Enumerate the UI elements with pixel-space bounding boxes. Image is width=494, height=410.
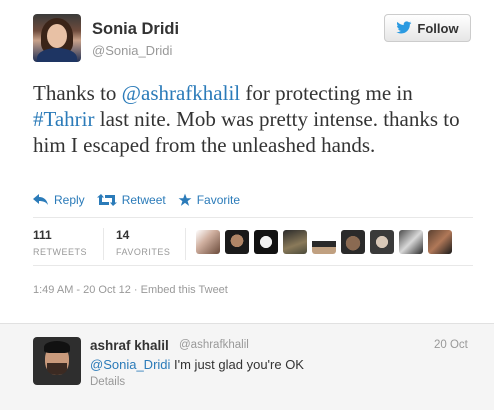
reply-button[interactable]: Reply bbox=[33, 191, 85, 209]
favorites-count: 14 bbox=[116, 228, 130, 242]
tweet-text-part: last nite. Mob was pretty intense. thank… bbox=[33, 107, 460, 157]
retweet-icon bbox=[96, 194, 117, 206]
follow-label: Follow bbox=[417, 20, 459, 36]
tweet-text-part: for protecting me in bbox=[240, 81, 413, 105]
tweet-actions: Reply Retweet Favorite bbox=[33, 191, 252, 209]
reply-author-handle[interactable]: @ashrafkhalil bbox=[179, 339, 249, 351]
star-icon bbox=[178, 193, 192, 206]
favoriter-avatars bbox=[196, 230, 457, 254]
author-screen-name[interactable]: @Sonia_Dridi bbox=[92, 43, 172, 58]
divider bbox=[33, 265, 473, 266]
favoriter-avatar[interactable] bbox=[283, 230, 307, 254]
reply-label: Reply bbox=[54, 193, 85, 207]
stats-divider bbox=[103, 228, 104, 260]
favorites-label: FAVORITES bbox=[116, 247, 171, 257]
retweet-button[interactable]: Retweet bbox=[96, 191, 166, 209]
reply-icon bbox=[33, 194, 48, 205]
follow-button[interactable]: Follow bbox=[384, 14, 471, 42]
retweet-label: Retweet bbox=[121, 193, 166, 207]
retweets-label: RETWEETS bbox=[33, 247, 88, 257]
meta-separator: · bbox=[130, 284, 141, 296]
favoriter-avatar[interactable] bbox=[399, 230, 423, 254]
reply-author-avatar[interactable] bbox=[33, 337, 81, 385]
tweet-text: Thanks to @ashrafkhalil for protecting m… bbox=[33, 80, 473, 158]
tweet-timestamp[interactable]: 1:49 AM - 20 Oct 12 bbox=[33, 284, 131, 296]
favoriter-avatar[interactable] bbox=[428, 230, 452, 254]
author-avatar[interactable] bbox=[33, 14, 81, 62]
retweets-count: 111 bbox=[33, 228, 52, 242]
tweet-meta: 1:49 AM - 20 Oct 12 · Embed this Tweet bbox=[33, 284, 228, 296]
favoriter-avatar[interactable] bbox=[312, 230, 336, 254]
reply-mention-link[interactable]: @Sonia_Dridi bbox=[90, 357, 170, 372]
favoriter-avatar[interactable] bbox=[196, 230, 220, 254]
favorite-label: Favorite bbox=[196, 193, 241, 207]
reply-text-body: I'm just glad you're OK bbox=[170, 357, 304, 372]
mention-link[interactable]: @ashrafkhalil bbox=[122, 81, 240, 105]
reply-date[interactable]: 20 Oct bbox=[434, 339, 468, 351]
hashtag-link[interactable]: #Tahrir bbox=[33, 107, 95, 131]
retweets-stat[interactable]: 111 RETWEETS bbox=[33, 228, 87, 257]
embed-tweet-link[interactable]: Embed this Tweet bbox=[141, 284, 228, 296]
divider bbox=[33, 217, 473, 218]
stats-divider bbox=[185, 228, 186, 260]
reply-author-name[interactable]: ashraf khalil bbox=[90, 338, 169, 353]
favoriter-avatar[interactable] bbox=[341, 230, 365, 254]
favorites-stat[interactable]: 14 FAVORITES bbox=[116, 228, 170, 257]
reply-details-link[interactable]: Details bbox=[90, 376, 125, 388]
favoriter-avatar[interactable] bbox=[225, 230, 249, 254]
favoriter-avatar[interactable] bbox=[254, 230, 278, 254]
reply-tweet: ashraf khalil @ashrafkhalil 20 Oct @Soni… bbox=[0, 323, 494, 410]
tweet-text-part: Thanks to bbox=[33, 81, 122, 105]
tweet-header: Sonia Dridi @Sonia_Dridi Follow bbox=[33, 14, 473, 64]
reply-text: @Sonia_Dridi I'm just glad you're OK bbox=[90, 357, 304, 372]
favorite-button[interactable]: Favorite bbox=[178, 191, 240, 209]
favoriter-avatar[interactable] bbox=[370, 230, 394, 254]
twitter-bird-icon bbox=[396, 21, 412, 34]
author-display-name[interactable]: Sonia Dridi bbox=[92, 20, 179, 39]
